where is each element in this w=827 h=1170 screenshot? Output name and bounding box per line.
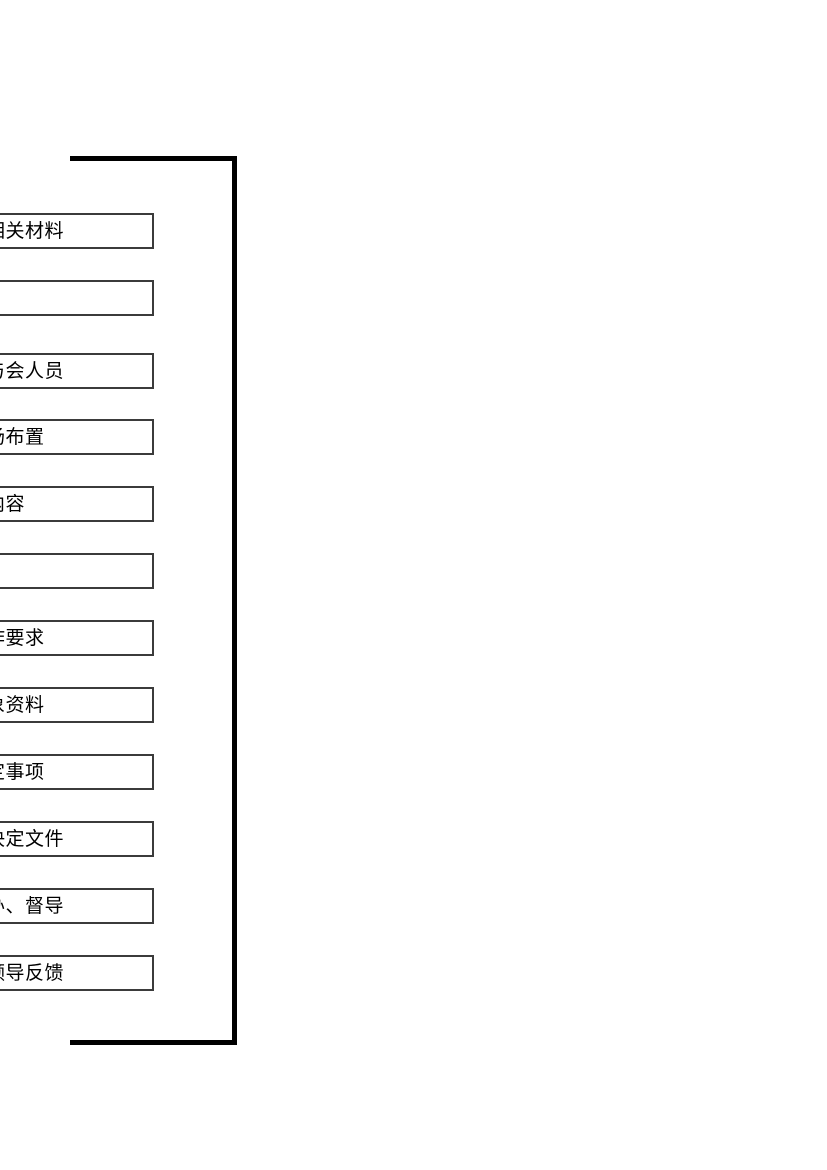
text-box[interactable]: 内容 xyxy=(0,486,154,522)
text-box[interactable]: 定事项 xyxy=(0,754,154,790)
text-box-label: 与会人员 xyxy=(0,359,65,382)
text-box-label: 场布置 xyxy=(0,425,45,448)
text-box-label: 办、督导 xyxy=(0,894,65,917)
text-box-label: 领导反馈 xyxy=(0,961,65,984)
text-box-label: 相关材料 xyxy=(0,219,65,242)
text-box-label: 决定文件 xyxy=(0,827,65,850)
text-box-label: 定事项 xyxy=(0,760,45,783)
heavy-right-border xyxy=(232,156,237,1045)
text-box[interactable]: 领导反馈 xyxy=(0,955,154,991)
text-box-label: 内容 xyxy=(0,492,26,515)
text-box[interactable]: 象资料 xyxy=(0,687,154,723)
text-box[interactable]: 场布置 xyxy=(0,419,154,455)
text-box[interactable] xyxy=(0,280,154,316)
text-box[interactable]: 与会人员 xyxy=(0,353,154,389)
text-box[interactable]: 决定文件 xyxy=(0,821,154,857)
text-box[interactable]: 作要求 xyxy=(0,620,154,656)
text-box-column: 相关材料与会人员场布置内容作要求象资料定事项决定文件办、督导领导反馈 xyxy=(0,0,163,1170)
text-box-label: 作要求 xyxy=(0,626,45,649)
text-box[interactable]: 相关材料 xyxy=(0,213,154,249)
text-box[interactable] xyxy=(0,553,154,589)
text-box-label: 象资料 xyxy=(0,693,45,716)
spreadsheet-canvas: 相关材料与会人员场布置内容作要求象资料定事项决定文件办、督导领导反馈 xyxy=(0,0,827,1170)
text-box[interactable]: 办、督导 xyxy=(0,888,154,924)
